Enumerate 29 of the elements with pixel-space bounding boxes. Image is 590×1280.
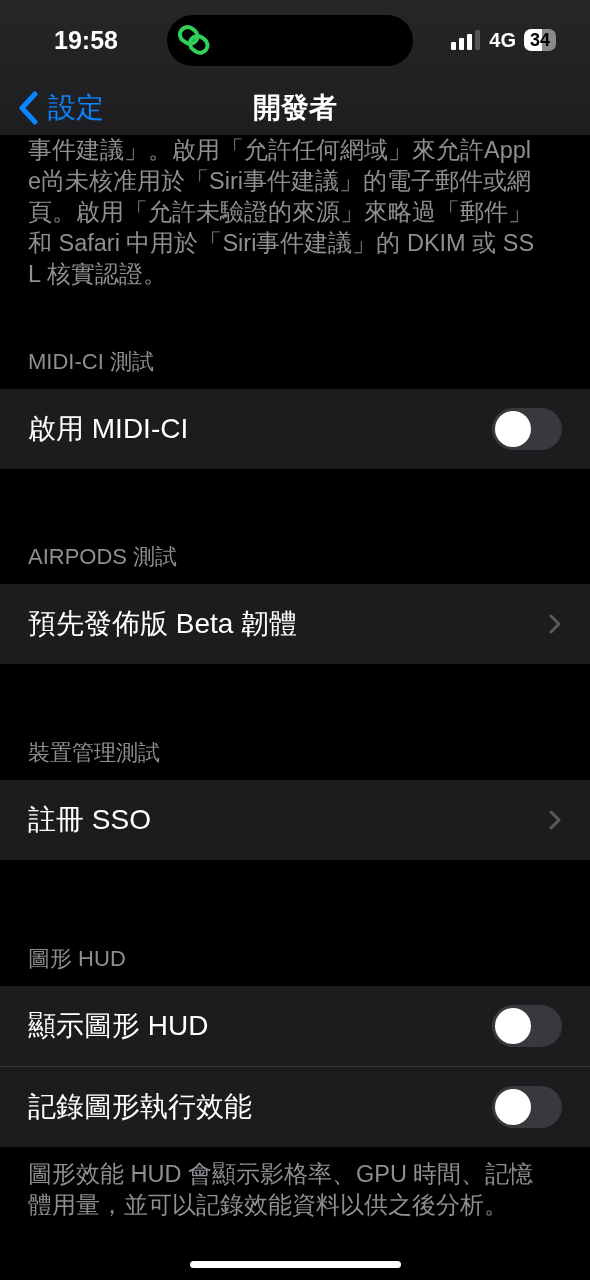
- row-label: 顯示圖形 HUD: [28, 1009, 210, 1043]
- row-label: 預先發佈版 Beta 韌體: [28, 607, 299, 641]
- settings-row[interactable]: 記錄圖形執行效能: [0, 1066, 590, 1147]
- battery-icon: 34: [523, 29, 556, 51]
- signal-icon: [451, 30, 482, 50]
- status-time: 19:58: [54, 25, 119, 55]
- chevron-icon: [548, 809, 562, 831]
- link-icon: [177, 25, 211, 55]
- back-chevron-icon: [18, 90, 38, 125]
- row-label: 啟用 MIDI-CI: [28, 412, 190, 446]
- section-header: 圖形 HUD: [27, 945, 127, 973]
- settings-row[interactable]: 啟用 MIDI-CI: [0, 389, 590, 469]
- settings-row[interactable]: 顯示圖形 HUD: [0, 986, 590, 1066]
- back-button[interactable]: 設定: [18, 88, 104, 127]
- network-label: 4G: [489, 28, 516, 52]
- section-header: AIRPODS 測試: [27, 543, 179, 571]
- section-header: MIDI-CI 測試: [27, 348, 155, 376]
- page-title: 開發者: [253, 90, 337, 125]
- toggle-switch[interactable]: [492, 408, 562, 450]
- row-label: 註冊 SSO: [28, 803, 152, 837]
- section-header: 裝置管理測試: [27, 739, 161, 767]
- settings-row[interactable]: 預先發佈版 Beta 韌體: [0, 584, 590, 664]
- toggle-switch[interactable]: [492, 1005, 562, 1047]
- row-label: 記錄圖形執行效能: [28, 1090, 253, 1124]
- settings-row[interactable]: 註冊 SSO: [0, 780, 590, 860]
- toggle-switch[interactable]: [492, 1086, 562, 1128]
- section-footer: 圖形效能 HUD 會顯示影格率、GPU 時間、記憶體用量，並可以記錄效能資料以供之後分析。: [28, 1159, 538, 1221]
- intro-text: 事件建議」。啟用「允許任何網域」來允許Apple尚未核准用於「Siri事件建議」的電子郵件或網頁。啟用「允許未驗證的來源」來略過「郵件」和 Safari 中用於「Siri事件建議」的 DKIM 或 SSL 核實認證。: [28, 136, 536, 289]
- chevron-icon: [548, 613, 562, 635]
